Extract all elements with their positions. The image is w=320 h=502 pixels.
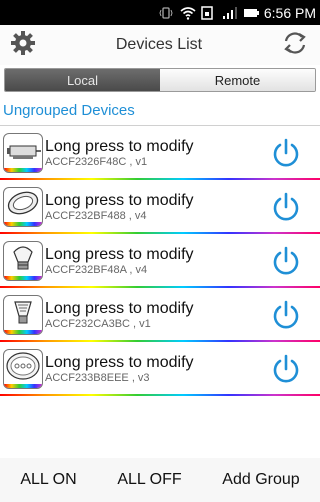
header: Devices List <box>0 25 320 65</box>
bulb-icon <box>3 295 43 335</box>
power-button[interactable] <box>266 295 306 335</box>
vibrate-icon <box>159 6 173 20</box>
device-id: ACCF232CA3BC , v1 <box>45 317 151 330</box>
settings-button[interactable] <box>8 30 38 60</box>
section-title: Ungrouped Devices <box>0 92 320 126</box>
device-row[interactable]: Long press to modify ACCF2326F48C , v1 <box>0 126 320 180</box>
page-title: Devices List <box>115 36 203 53</box>
add-group-button[interactable]: Add Group <box>218 465 303 495</box>
bulb-icon <box>3 241 43 281</box>
power-icon <box>273 354 299 383</box>
power-button[interactable] <box>266 241 306 281</box>
all-on-button[interactable]: ALL ON <box>16 465 80 495</box>
device-row[interactable]: Long press to modify ACCF232BF48A , v4 <box>0 234 320 288</box>
device-id: ACCF232BF488 , v4 <box>45 209 147 222</box>
device-row[interactable]: Long press to modify ACCF232BF488 , v4 <box>0 180 320 234</box>
wifi-icon <box>180 6 196 20</box>
power-icon <box>273 300 299 329</box>
device-name: Long press to modify <box>45 245 194 263</box>
power-button[interactable] <box>266 349 306 389</box>
device-name: Long press to modify <box>45 353 194 371</box>
led-strip-controller-icon <box>3 133 43 173</box>
sim-icon <box>201 5 215 20</box>
refresh-button[interactable] <box>280 30 310 60</box>
device-row[interactable]: Long press to modify ACCF233B8EEE , v3 <box>0 342 320 396</box>
device-name: Long press to modify <box>45 299 194 317</box>
device-list: Long press to modify ACCF2326F48C , v1 L… <box>0 126 320 396</box>
status-time: 6:56 PM <box>263 4 316 21</box>
tab-remote[interactable]: Remote <box>160 69 315 91</box>
power-button[interactable] <box>266 187 306 227</box>
power-icon <box>273 246 299 275</box>
all-off-button[interactable]: ALL OFF <box>113 465 185 495</box>
device-id: ACCF233B8EEE , v3 <box>45 371 150 384</box>
gear-icon <box>10 30 36 61</box>
power-icon <box>273 192 299 221</box>
power-icon <box>273 138 299 167</box>
device-id: ACCF2326F48C , v1 <box>45 155 148 168</box>
status-bar: 6:56 PM <box>0 0 320 25</box>
device-name: Long press to modify <box>45 137 194 155</box>
downlight-icon <box>3 187 43 227</box>
device-row[interactable]: Long press to modify ACCF232CA3BC , v1 <box>0 288 320 342</box>
power-button[interactable] <box>266 133 306 173</box>
ceiling-light-icon <box>3 349 43 389</box>
bottom-bar: ALL ON ALL OFF Add Group <box>0 458 320 502</box>
device-id: ACCF232BF48A , v4 <box>45 263 148 276</box>
refresh-icon <box>282 30 308 61</box>
battery-icon <box>243 6 259 20</box>
location-tabs: Local Remote <box>4 68 316 92</box>
signal-icon <box>222 6 237 20</box>
tab-local[interactable]: Local <box>5 69 160 91</box>
device-name: Long press to modify <box>45 191 194 209</box>
